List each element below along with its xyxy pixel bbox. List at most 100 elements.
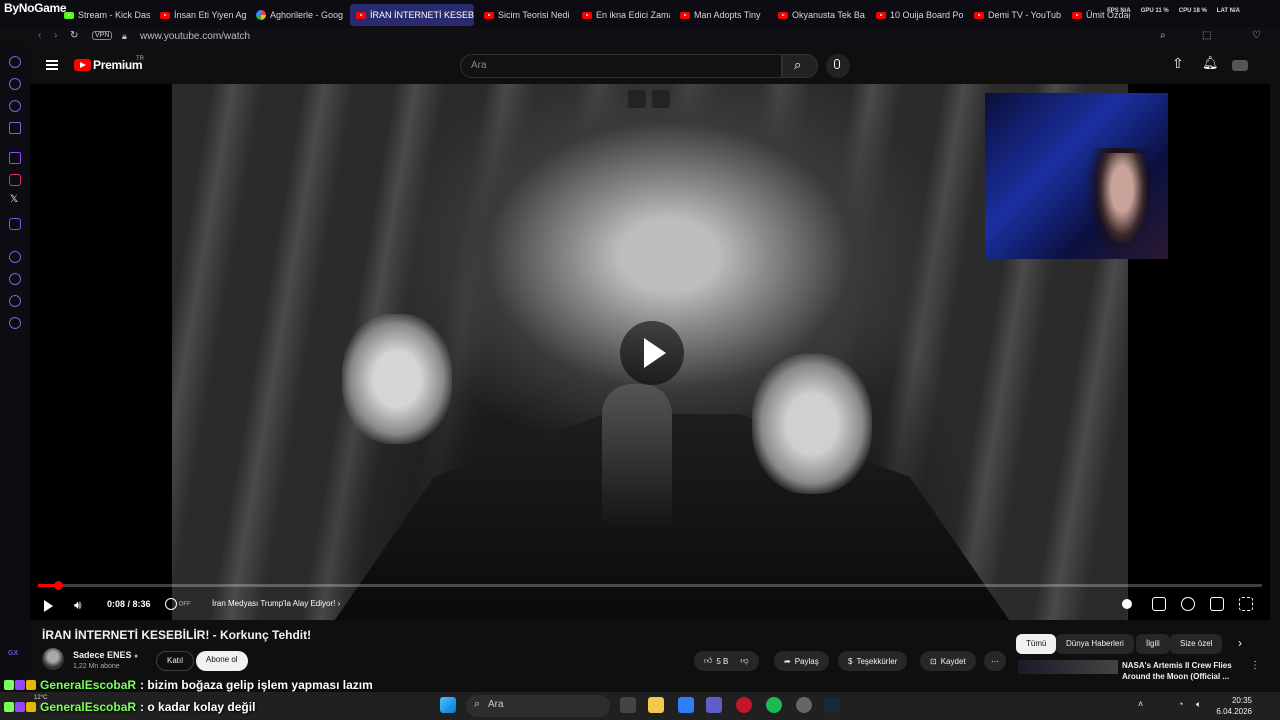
chip-all[interactable]: Tümü (1016, 634, 1057, 654)
sidebar-music-icon[interactable] (9, 122, 21, 134)
like-count: 5 B (716, 656, 729, 666)
back-icon[interactable]: ‹ (38, 30, 41, 41)
twitch-icon[interactable] (9, 152, 21, 164)
tab-ouija[interactable]: 10 Ouija Board Po (870, 4, 964, 26)
teams-icon[interactable] (706, 697, 722, 713)
recommended-video-thumbnail[interactable] (1018, 660, 1118, 674)
tab-man-adopts[interactable]: Man Adopts Tiny (674, 4, 768, 26)
start-windows-icon[interactable] (440, 697, 456, 713)
tab-en-ikna[interactable]: En ikna Edici Zama (576, 4, 670, 26)
sidebar-settings-icon[interactable] (9, 317, 21, 329)
youtube-favicon-icon (778, 11, 788, 19)
fullscreen-icon[interactable] (1239, 597, 1253, 611)
gpu-stat: GPU 11 % (1140, 8, 1169, 14)
notifications-bell-icon[interactable]: 🔔︎ (1202, 55, 1219, 71)
chip-for-you[interactable]: Size özel (1170, 634, 1223, 654)
youtube-favicon-icon (582, 11, 592, 19)
upload-icon[interactable]: ⇧ (1172, 55, 1184, 72)
captions-icon[interactable] (1152, 597, 1166, 611)
zoom-icon[interactable]: ⌕ (1160, 30, 1166, 41)
sidebar-tv-icon[interactable] (9, 100, 21, 112)
tab-demi-tv[interactable]: Demi TV - YouTub (968, 4, 1062, 26)
more-icon: ⋯ (991, 656, 999, 666)
chip-world-news[interactable]: Dünya Haberleri (1056, 634, 1134, 654)
subscribe-button[interactable]: Abone ol (196, 651, 248, 671)
tab-stream-kick[interactable]: Stream - Kick Dasl (58, 4, 150, 26)
big-play-button[interactable] (620, 321, 684, 385)
thanks-button[interactable]: $ Teşekkürler (838, 651, 908, 671)
mail-app-icon[interactable] (678, 697, 694, 713)
address-bar[interactable]: ‹ › ↻ VPN 🔒︎ www.youtube.com/watch ⌕ ⬚ ♡ (30, 28, 1280, 46)
sidebar-clock-icon[interactable] (9, 273, 21, 285)
sidebar-cube-icon[interactable] (9, 295, 21, 307)
like-button[interactable]: 👍︎ 5 B 👎︎ (694, 651, 759, 671)
taskbar-clock[interactable]: 20:35 6.04.2026 (1216, 695, 1252, 717)
thanks-icon: $ (848, 656, 853, 666)
search-input[interactable]: Ara (460, 54, 782, 78)
heart-icon[interactable]: ♡ (1252, 30, 1261, 41)
search-icon: ⌕ (794, 57, 802, 72)
taskbar-search[interactable]: ⌕ Ara (466, 695, 610, 717)
tab-sicim-teorisi[interactable]: Sicim Teorisi Nedi (478, 4, 572, 26)
instagram-icon[interactable] (9, 174, 21, 186)
video-player[interactable]: 🔊︎ 0:08 / 8:36 OFF İran Medyası Trump'la… (30, 84, 1270, 620)
recommendation-menu-icon[interactable]: ⋮ (1250, 660, 1260, 671)
chip-related[interactable]: İlgili (1136, 634, 1170, 654)
chips-next-icon[interactable]: › (1238, 636, 1242, 650)
youtube-logo-icon[interactable] (74, 59, 91, 71)
spotify-icon[interactable] (766, 697, 782, 713)
opera-gx-icon[interactable] (736, 697, 752, 713)
url-text[interactable]: www.youtube.com/watch (140, 31, 250, 42)
chapter-title[interactable]: İran Medyası Trump'la Alay Ediyor! › (212, 599, 340, 608)
settings-gear-icon[interactable] (1181, 597, 1195, 611)
voice-search-button[interactable] (826, 54, 850, 78)
steam-icon[interactable] (824, 697, 840, 713)
tab-iran-interneti[interactable]: İRAN İNTERNETİ KESEBİL (350, 4, 474, 26)
channel-avatar[interactable] (42, 648, 64, 670)
search-button[interactable]: ⌕ (782, 54, 818, 78)
tab-label: Demi TV - YouTub (988, 10, 1062, 20)
discord-icon[interactable] (9, 218, 21, 230)
share-button[interactable]: ➦ Paylaş (774, 651, 829, 671)
task-view-icon[interactable] (620, 697, 636, 713)
save-button[interactable]: ⊡ Kaydet (920, 651, 976, 671)
chapter-label: İran Medyası Trump'la Alay Ediyor! (212, 599, 336, 608)
recommended-video-title[interactable]: NASA's Artemis II Crew Flies Around the … (1122, 660, 1252, 682)
network-icon[interactable]: ◔ (1178, 699, 1183, 709)
sidebar-bag-icon[interactable] (9, 78, 21, 90)
autoplay-toggle[interactable]: OFF (165, 598, 191, 610)
progress-scrubber[interactable] (53, 581, 63, 590)
chatgpt-icon[interactable] (796, 697, 812, 713)
tray-chevron-icon[interactable]: ˄ (1138, 699, 1143, 709)
sidebar-history-icon[interactable] (9, 56, 21, 68)
channel-name[interactable]: Sadece ENES ● (73, 650, 138, 660)
forward-icon[interactable]: › (54, 30, 57, 41)
join-button[interactable]: Katıl (156, 651, 195, 671)
youtube-premium-label[interactable]: Premium (93, 58, 143, 72)
play-icon[interactable] (44, 600, 53, 612)
more-actions-button[interactable]: ⋯ (984, 651, 1006, 671)
miniplayer-icon[interactable] (628, 90, 646, 108)
tab-okyanusta[interactable]: Okyanusta Tek Ba (772, 4, 866, 26)
skip-icon[interactable] (652, 90, 670, 108)
screenshot-icon[interactable]: ⬚ (1202, 30, 1211, 41)
theater-mode-icon[interactable] (1210, 597, 1224, 611)
thumbs-down-icon[interactable]: 👎︎ (740, 656, 748, 666)
x-icon[interactable]: 𝕏 (9, 194, 21, 208)
progress-bar[interactable] (38, 581, 1262, 590)
hamburger-menu-icon[interactable] (46, 60, 58, 70)
miniplayer-toggle-icon[interactable] (1122, 599, 1132, 609)
tab-aghorilerle[interactable]: Aghorilerle - Goog (250, 4, 344, 26)
account-avatar[interactable] (1232, 60, 1248, 71)
video-content-microphone (602, 384, 672, 534)
tab-insan-eti[interactable]: İnsan Eti Yiyen Ag (154, 4, 246, 26)
speaker-icon[interactable]: 🔈︎ (1196, 699, 1201, 710)
file-explorer-icon[interactable] (648, 697, 664, 713)
vpn-badge[interactable]: VPN (92, 31, 113, 40)
lock-icon: 🔒︎ (122, 31, 127, 41)
reload-icon[interactable]: ↻ (70, 30, 78, 41)
volume-icon[interactable]: 🔊︎ (74, 598, 88, 612)
player-top-buttons (628, 90, 670, 108)
sidebar-player-icon[interactable] (9, 251, 21, 263)
tab-label: En ikna Edici Zama (596, 10, 670, 20)
